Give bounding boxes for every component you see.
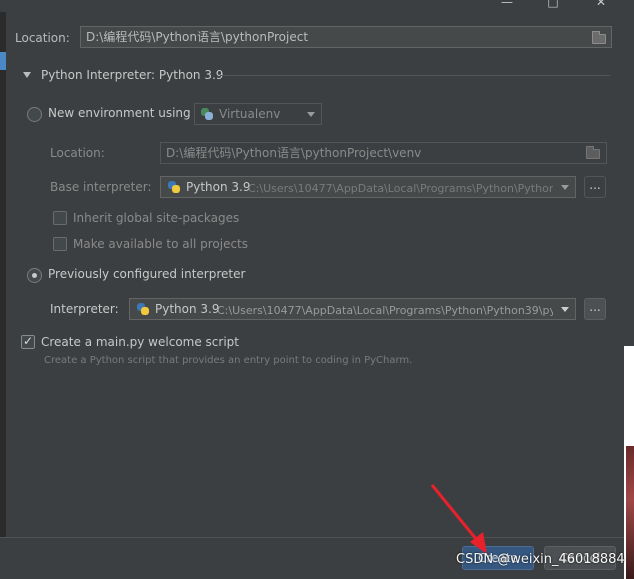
background-window-edge bbox=[624, 346, 634, 579]
virtualenv-icon bbox=[200, 107, 214, 121]
venv-location-field[interactable]: D:\编程代码\Python语言\pythonProject\venv bbox=[160, 142, 607, 164]
section-divider bbox=[220, 75, 610, 76]
folder-icon[interactable] bbox=[592, 31, 606, 44]
env-tool-select[interactable]: Virtualenv bbox=[194, 103, 322, 125]
inherit-packages-checkbox[interactable] bbox=[53, 211, 67, 225]
previously-configured-label[interactable]: Previously configured interpreter bbox=[48, 267, 245, 281]
inherit-packages-label: Inherit global site-packages bbox=[73, 211, 240, 225]
create-main-script-label[interactable]: Create a main.py welcome script bbox=[41, 335, 239, 349]
python-icon bbox=[136, 302, 150, 316]
make-available-checkbox[interactable] bbox=[53, 237, 67, 251]
left-side-panel bbox=[0, 12, 6, 537]
side-accent-marker bbox=[0, 52, 6, 70]
minimize-button[interactable]: — bbox=[497, 0, 517, 10]
interpreter-version: Python 3.9 bbox=[155, 302, 220, 316]
location-value: D:\编程代码\Python语言\pythonProject bbox=[86, 30, 309, 44]
python-icon bbox=[167, 180, 181, 194]
location-label: Location: bbox=[15, 31, 70, 45]
csdn-watermark: CSDN @weixin_46018884 bbox=[456, 552, 625, 567]
chevron-down-icon bbox=[561, 307, 569, 312]
collapse-triangle-icon[interactable] bbox=[23, 72, 31, 78]
background-image bbox=[626, 446, 634, 579]
chevron-down-icon bbox=[307, 112, 315, 117]
create-main-script-checkbox[interactable] bbox=[21, 334, 35, 349]
make-available-label: Make available to all projects bbox=[73, 237, 249, 251]
chevron-down-icon bbox=[561, 185, 569, 190]
venv-location-value: D:\编程代码\Python语言\pythonProject\venv bbox=[166, 146, 422, 160]
maximize-button[interactable]: □ bbox=[543, 0, 563, 10]
title-bar: — □ ✕ bbox=[0, 0, 634, 12]
new-environment-radio[interactable] bbox=[27, 107, 42, 122]
venv-location-label: Location: bbox=[50, 146, 105, 160]
close-button[interactable]: ✕ bbox=[591, 0, 611, 10]
interpreter-browse-button[interactable]: ... bbox=[584, 298, 606, 320]
base-interpreter-version: Python 3.9 bbox=[186, 180, 251, 194]
interpreter-path: C:\Users\10477\AppData\Local\Programs\Py… bbox=[217, 304, 553, 317]
interpreter-label: Interpreter: bbox=[50, 302, 119, 316]
env-tool-value: Virtualenv bbox=[219, 107, 281, 121]
new-environment-label[interactable]: New environment using bbox=[48, 106, 191, 120]
red-arrow-annotation bbox=[430, 484, 487, 554]
folder-icon[interactable] bbox=[586, 146, 600, 159]
create-main-script-hint: Create a Python script that provides an … bbox=[44, 355, 413, 366]
base-interpreter-browse-button[interactable]: ... bbox=[584, 176, 606, 198]
location-field[interactable]: D:\编程代码\Python语言\pythonProject bbox=[80, 26, 612, 48]
base-interpreter-select[interactable]: Python 3.9 C:\Users\10477\AppData\Local\… bbox=[160, 176, 576, 198]
interpreter-select[interactable]: Python 3.9 C:\Users\10477\AppData\Local\… bbox=[129, 298, 576, 320]
previously-configured-radio[interactable] bbox=[27, 268, 42, 283]
base-interpreter-label: Base interpreter: bbox=[50, 180, 152, 194]
base-interpreter-path: C:\Users\10477\AppData\Local\Programs\Py… bbox=[248, 182, 553, 195]
interpreter-section-title[interactable]: Python Interpreter: Python 3.9 bbox=[41, 68, 223, 82]
